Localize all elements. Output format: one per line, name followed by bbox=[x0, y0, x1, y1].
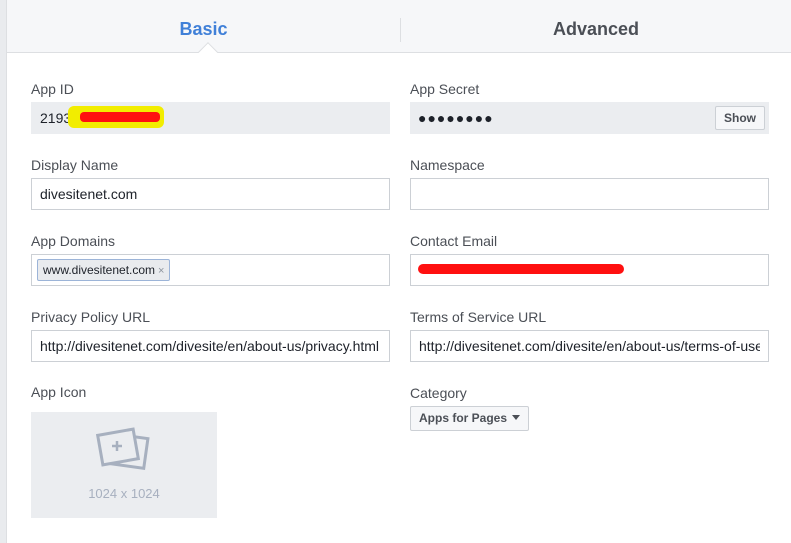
redaction-scribble bbox=[418, 264, 624, 274]
tab-bar: Basic Advanced bbox=[7, 0, 791, 62]
app-secret-masked-value: ●●●●●●●● bbox=[418, 110, 494, 126]
app-id-value: 2193 bbox=[40, 110, 72, 126]
app-id-label: App ID bbox=[31, 81, 74, 97]
app-domains-label: App Domains bbox=[31, 233, 116, 249]
terms-of-service-url-label: Terms of Service URL bbox=[410, 309, 547, 325]
privacy-policy-url-label: Privacy Policy URL bbox=[31, 309, 151, 325]
app-icon-label: App Icon bbox=[31, 384, 87, 400]
display-name-input[interactable] bbox=[31, 178, 390, 210]
show-secret-button[interactable]: Show bbox=[715, 106, 765, 130]
namespace-label: Namespace bbox=[410, 157, 485, 173]
domain-token-text: www.divesitenet.com bbox=[43, 263, 156, 277]
namespace-input[interactable] bbox=[410, 178, 769, 210]
display-name-label: Display Name bbox=[31, 157, 119, 173]
tab-advanced[interactable]: Advanced bbox=[400, 0, 791, 53]
category-value: Apps for Pages bbox=[419, 411, 508, 425]
app-icon-size-text: 1024 x 1024 bbox=[88, 486, 160, 501]
app-secret-label: App Secret bbox=[410, 81, 480, 97]
contact-email-label: Contact Email bbox=[410, 233, 498, 249]
domain-token: www.divesitenet.com × bbox=[37, 259, 171, 281]
remove-token-icon[interactable]: × bbox=[158, 265, 164, 277]
image-placeholder-icon bbox=[96, 427, 150, 471]
redaction-scribble bbox=[80, 112, 160, 122]
app-icon-upload[interactable]: 1024 x 1024 bbox=[31, 412, 217, 518]
caret-down-icon bbox=[512, 415, 521, 420]
category-dropdown[interactable]: Apps for Pages bbox=[410, 406, 529, 431]
privacy-policy-url-input[interactable] bbox=[31, 330, 390, 362]
terms-of-service-url-input[interactable] bbox=[410, 330, 769, 362]
category-label: Category bbox=[410, 385, 467, 401]
